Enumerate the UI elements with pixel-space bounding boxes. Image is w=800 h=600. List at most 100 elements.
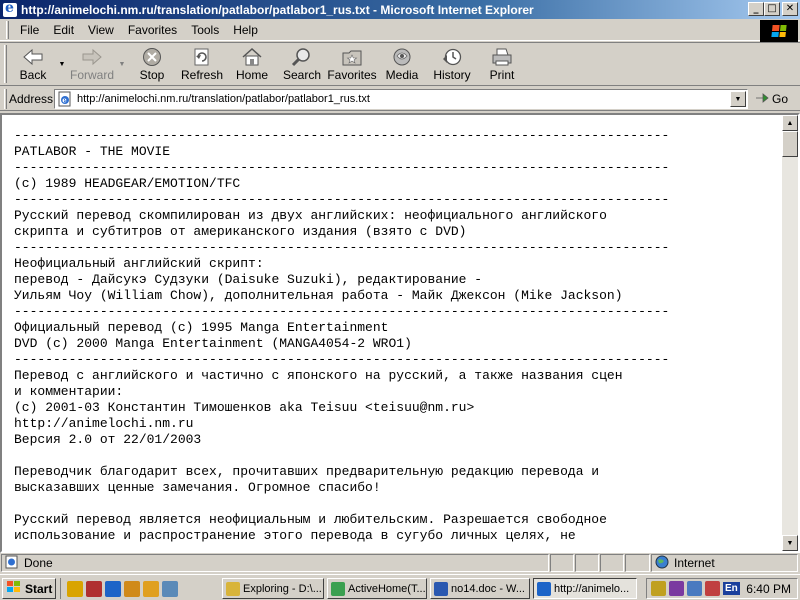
address-label: Address: [9, 91, 54, 106]
status-bar: Done Internet: [0, 553, 800, 573]
toolbar-grip[interactable]: [4, 45, 7, 83]
ie-app-icon[interactable]: [3, 0, 17, 17]
text-line: DVD (c) 2000 Manga Entertainment (MANGA4…: [14, 336, 412, 351]
forward-button[interactable]: Forward: [67, 44, 117, 84]
windows-flag-icon: [771, 25, 787, 37]
address-url[interactable]: http://animelochi.nm.ru/translation/patl…: [77, 93, 730, 105]
home-button[interactable]: Home: [227, 44, 277, 84]
standard-toolbar: Back ▼ Forward ▼ Stop Refresh Home Searc…: [0, 42, 800, 86]
go-label: Go: [772, 92, 789, 106]
media-button[interactable]: Media: [377, 44, 427, 84]
window-title: http://animelochi.nm.ru/translation/patl…: [21, 2, 534, 17]
network-icon[interactable]: [687, 581, 702, 596]
text-line: ----------------------------------------…: [14, 128, 670, 143]
page-icon: e: [57, 91, 73, 107]
zone-label: Internet: [674, 556, 715, 570]
back-arrow-icon: [21, 46, 45, 68]
go-button[interactable]: Go: [754, 90, 788, 108]
text-line: ----------------------------------------…: [14, 192, 670, 207]
text-line: [14, 496, 782, 512]
quicklaunch-tool-icon[interactable]: [124, 580, 140, 597]
text-line: Перевод с английского и частично с японс…: [14, 368, 623, 383]
task-activehome[interactable]: ActiveHome(T...: [327, 578, 427, 599]
history-icon: [440, 46, 464, 68]
ie-task-icon: [537, 581, 551, 596]
start-label: Start: [25, 581, 53, 596]
scroll-thumb[interactable]: [782, 131, 798, 157]
search-button[interactable]: Search: [277, 44, 327, 84]
refresh-icon: [190, 46, 214, 68]
search-icon: [290, 46, 314, 68]
volume-icon[interactable]: [651, 581, 666, 596]
text-line: Официальный перевод (c) 1995 Manga Enter…: [14, 320, 389, 335]
text-line: [14, 448, 782, 464]
media-icon: [390, 46, 414, 68]
menu-edit[interactable]: Edit: [46, 21, 81, 39]
favorites-label: Favorites: [327, 68, 377, 82]
start-button[interactable]: Start: [2, 578, 56, 599]
status-cell-4: [625, 554, 650, 572]
language-indicator[interactable]: En: [723, 582, 740, 595]
favorites-icon: [340, 46, 364, 68]
stop-label: Stop: [139, 68, 165, 82]
menu-tools[interactable]: Tools: [184, 21, 226, 39]
quicklaunch-media-icon[interactable]: [143, 580, 159, 597]
text-line: ----------------------------------------…: [14, 160, 670, 175]
maximize-button[interactable]: □: [764, 2, 780, 16]
svg-text:e: e: [62, 96, 67, 105]
status-zone: Internet: [651, 554, 798, 572]
stop-button[interactable]: Stop: [127, 44, 177, 84]
print-button[interactable]: Print: [477, 44, 527, 84]
text-line: Переводчик благодарит всех, прочитавших …: [14, 464, 600, 479]
browser-content-frame: ----------------------------------------…: [0, 113, 800, 553]
scroll-up-button[interactable]: ▲: [782, 115, 798, 131]
forward-dropdown[interactable]: ▼: [117, 44, 127, 84]
vertical-scrollbar[interactable]: ▲ ▼: [782, 115, 798, 551]
back-button[interactable]: Back: [9, 44, 57, 84]
media-label: Media: [385, 68, 419, 82]
activehome-icon: [331, 581, 345, 596]
history-button[interactable]: History: [427, 44, 477, 84]
title-bar[interactable]: http://animelochi.nm.ru/translation/patl…: [0, 0, 800, 19]
window-controls: _ □ ✕: [748, 2, 798, 16]
text-line: http://animelochi.nm.ru: [14, 416, 194, 431]
text-line: скрипта и субтитров от американского изд…: [14, 224, 467, 239]
favorites-button[interactable]: Favorites: [327, 44, 377, 84]
back-label: Back: [19, 68, 47, 82]
close-button[interactable]: ✕: [782, 2, 798, 16]
quicklaunch-app-icon[interactable]: [86, 580, 102, 597]
refresh-button[interactable]: Refresh: [177, 44, 227, 84]
tray-app-icon[interactable]: [669, 581, 684, 596]
tray-security-icon[interactable]: [705, 581, 720, 596]
task-label: ActiveHome(T...: [348, 582, 426, 595]
scroll-down-button[interactable]: ▼: [782, 535, 798, 551]
home-icon: [240, 46, 264, 68]
task-ie-active[interactable]: http://animelo...: [533, 578, 637, 599]
menu-grip[interactable]: [6, 20, 9, 39]
quicklaunch-checklist-icon[interactable]: [67, 580, 83, 597]
menu-view[interactable]: View: [81, 21, 121, 39]
forward-label: Forward: [69, 68, 114, 82]
task-exploring[interactable]: Exploring - D:\...: [222, 578, 324, 599]
address-field[interactable]: e http://animelochi.nm.ru/translation/pa…: [54, 89, 748, 109]
minimize-button[interactable]: _: [748, 2, 764, 16]
tray-clock[interactable]: 6:40 PM: [746, 582, 791, 596]
quicklaunch-ie-icon[interactable]: [105, 580, 121, 597]
print-icon: [490, 46, 514, 68]
text-line: использование и распространение этого пе…: [14, 528, 576, 543]
menu-file[interactable]: File: [13, 21, 46, 39]
text-line: ----------------------------------------…: [14, 304, 670, 319]
quicklaunch-search-icon[interactable]: [162, 580, 178, 597]
task-label: Exploring - D:\...: [243, 582, 322, 595]
text-line: Русский перевод скомпилирован из двух ан…: [14, 208, 607, 223]
text-line: и комментарии:: [14, 384, 124, 399]
task-word-doc[interactable]: no14.doc - W...: [430, 578, 530, 599]
menu-help[interactable]: Help: [226, 21, 265, 39]
address-dropdown-button[interactable]: ▼: [730, 91, 746, 107]
menu-favorites[interactable]: Favorites: [121, 21, 184, 39]
back-dropdown[interactable]: ▼: [57, 44, 67, 84]
taskbar: Start Exploring - D:\... ActiveHome(T...…: [0, 574, 800, 600]
status-text: Done: [24, 556, 53, 570]
address-grip[interactable]: [4, 88, 7, 109]
home-label: Home: [235, 68, 268, 82]
